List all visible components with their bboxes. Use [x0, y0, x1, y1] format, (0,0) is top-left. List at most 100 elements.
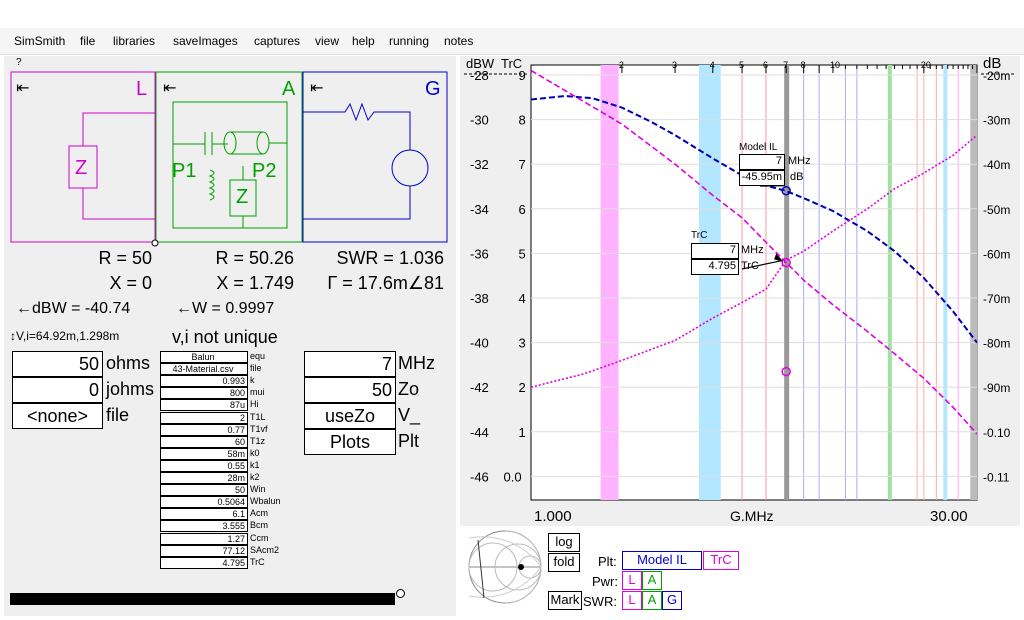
param-value[interactable]: 58m	[160, 447, 248, 460]
slider-handle[interactable]	[396, 589, 405, 598]
smith-chart-thumbnail[interactable]	[466, 528, 544, 606]
marker2-freq-unit: MHz	[741, 244, 764, 256]
load-file-field[interactable]: <none>	[12, 403, 103, 429]
param-value[interactable]: 0.5064	[160, 496, 248, 509]
param-value[interactable]: 0.993	[160, 375, 248, 388]
x-unit-label: G.MHz	[730, 508, 774, 524]
plot-trc-toggle[interactable]: TrC	[703, 551, 739, 570]
menu-saveimages[interactable]: saveImages	[173, 34, 238, 48]
adapter-r-readout: R = 50.26	[215, 248, 294, 268]
band-blue-2	[943, 65, 948, 500]
menu-help[interactable]: help	[352, 34, 375, 48]
param-value[interactable]: 2	[160, 411, 248, 424]
plots-button[interactable]: Plots	[304, 429, 396, 455]
trc-tick: 3	[519, 336, 526, 351]
param-value[interactable]: 3.555	[160, 520, 248, 533]
swr-a-toggle[interactable]: A	[642, 591, 662, 610]
adapter-block[interactable]	[155, 71, 303, 243]
generator-gamma-readout: Γ = 17.6m∠81	[327, 273, 444, 293]
swr-l-toggle[interactable]: L	[622, 591, 642, 610]
zo-field[interactable]: 50	[304, 377, 396, 403]
plot-area[interactable]	[530, 64, 978, 501]
param-value[interactable]: 1.27	[160, 532, 248, 545]
adapter-parameter-list: Balun equ 43-Material.csv file 0.993 k 800 mui 8…	[160, 351, 300, 591]
load-reactance-field[interactable]: 0	[12, 377, 103, 403]
param-label: k	[250, 375, 255, 386]
param-label: Bcm	[250, 520, 268, 531]
dbw-tick: -32	[470, 157, 489, 172]
dbw-axis-title: dBW	[466, 56, 495, 71]
param-value[interactable]: Balun	[160, 351, 248, 363]
marker2-freq[interactable]: 7	[691, 243, 739, 259]
menu-view[interactable]: view	[315, 34, 339, 48]
db-tick: -0.11	[983, 470, 1010, 484]
swr-label: SWR:	[583, 594, 617, 609]
frequency-unit: MHz	[398, 353, 435, 373]
port1-label: P1	[172, 160, 197, 182]
fold-button[interactable]: fold	[548, 553, 580, 572]
marker1-value[interactable]: -45.95m	[739, 170, 785, 186]
pwr-l-toggle[interactable]: L	[622, 571, 642, 590]
dbw-tick: -38	[470, 291, 489, 306]
top-tick: 10	[830, 60, 840, 70]
x-min-label: 1.000	[534, 508, 572, 525]
frequency-field[interactable]: 7	[304, 351, 396, 377]
mark-button[interactable]: Mark	[548, 591, 582, 610]
trc-axis-title: TrC	[501, 56, 522, 71]
load-resistance-field[interactable]: 50	[12, 351, 103, 377]
param-value[interactable]: 50	[160, 484, 248, 497]
db-axis-title: dB	[983, 56, 1001, 72]
menu-simsmith[interactable]: SimSmith	[14, 34, 65, 48]
param-label: Wbalun	[250, 496, 281, 507]
port2-label: P2	[252, 160, 277, 182]
chart-area[interactable]: -28-30-32-34-36-38-40-42-44-469876543210…	[460, 56, 1020, 526]
zo-label: Zo	[398, 379, 420, 399]
db-tick: -70m	[983, 292, 1010, 306]
param-value[interactable]: 6.1	[160, 508, 248, 521]
param-value[interactable]: 4.795	[160, 556, 248, 569]
menu-captures[interactable]: captures	[254, 34, 300, 48]
circuit-diagram	[10, 71, 448, 247]
param-label: file	[250, 363, 262, 374]
frequency-cursor[interactable]	[784, 65, 790, 500]
param-value[interactable]: 800	[160, 387, 248, 400]
param-value[interactable]: 77.12	[160, 544, 248, 557]
plot-model-il-toggle[interactable]: Model IL	[622, 551, 702, 570]
load-reactance-unit: johms	[106, 379, 155, 399]
menu-notes[interactable]: notes	[444, 34, 473, 48]
generator-move-arrow[interactable]: ⇤	[310, 78, 323, 98]
menu-file[interactable]: file	[80, 34, 95, 48]
menu-libraries[interactable]: libraries	[113, 34, 155, 48]
marker2-value[interactable]: 4.795	[691, 259, 739, 275]
log-button[interactable]: log	[548, 533, 580, 552]
marker1-freq[interactable]: 7	[739, 154, 785, 170]
generator-source	[303, 102, 429, 220]
usezo-button[interactable]: useZo	[304, 403, 396, 429]
load-file-label: file	[106, 405, 130, 425]
menu-running[interactable]: running	[389, 34, 429, 48]
db-tick: -90m	[983, 381, 1010, 395]
param-value[interactable]: 87u	[160, 399, 248, 412]
param-value[interactable]: 0.55	[160, 459, 248, 472]
load-vi-readout: ↕V,i=64.92m,1.298m	[10, 329, 120, 343]
param-value[interactable]: 28m	[160, 472, 248, 484]
marker1-freq-unit: MHz	[788, 155, 811, 167]
param-value[interactable]: 0.77	[160, 423, 248, 436]
generator-swr-readout: SWR = 1.036	[336, 248, 444, 268]
param-label: Hi	[250, 399, 259, 410]
param-value[interactable]: 43-Material.csv	[160, 363, 248, 376]
adapter-move-arrow[interactable]: ⇤	[163, 78, 176, 98]
slider-track[interactable]	[10, 593, 395, 605]
pwr-a-toggle[interactable]: A	[642, 571, 662, 590]
db-tick: -30m	[983, 114, 1010, 128]
marker2-value-unit: TrC	[741, 260, 759, 272]
param-label: TrC	[250, 556, 265, 567]
plt-selector-label: Plt:	[598, 554, 617, 569]
marker1-value-unit: dB	[790, 171, 804, 183]
trc-tick: 2	[519, 380, 526, 395]
adapter-z-label: Z	[236, 186, 249, 208]
swr-g-toggle[interactable]: G	[662, 591, 682, 610]
param-value[interactable]: 60	[160, 435, 248, 448]
band-pink	[600, 65, 619, 500]
load-move-arrow[interactable]: ⇤	[16, 78, 29, 98]
